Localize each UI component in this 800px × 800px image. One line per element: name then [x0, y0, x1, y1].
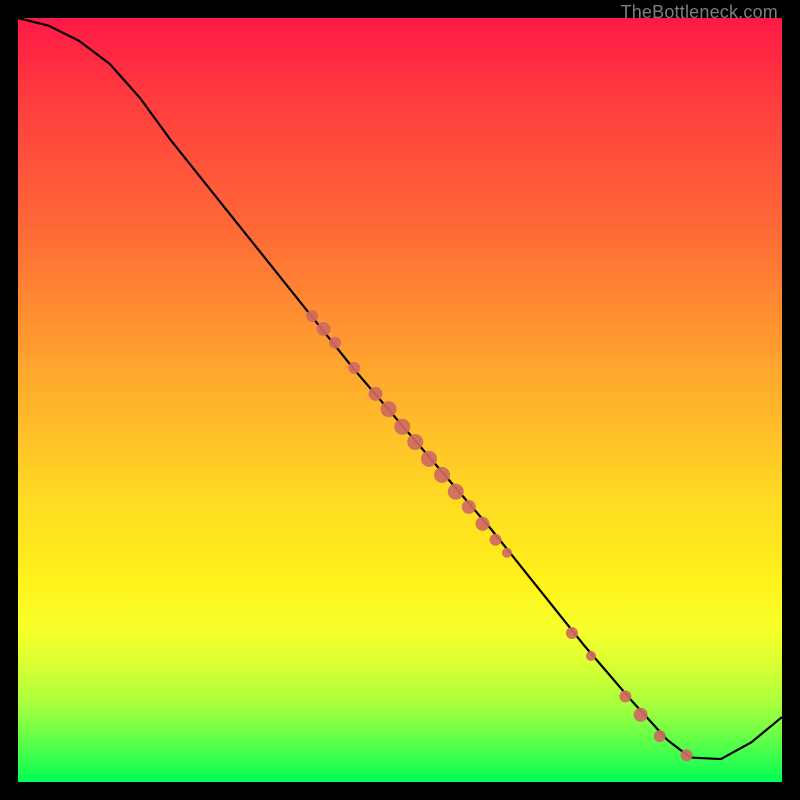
data-marker: [681, 749, 693, 761]
data-marker: [586, 651, 596, 661]
data-marker: [476, 517, 490, 531]
data-marker: [462, 500, 476, 514]
data-marker: [566, 627, 578, 639]
plot-area: [18, 18, 782, 782]
data-marker: [502, 548, 512, 558]
data-marker: [434, 467, 450, 483]
data-marker: [381, 401, 397, 417]
data-marker: [490, 534, 502, 546]
data-marker: [654, 730, 666, 742]
data-marker: [407, 434, 423, 450]
data-marker: [394, 419, 410, 435]
data-marker: [348, 362, 360, 374]
marker-layer: [306, 310, 692, 761]
data-marker: [448, 484, 464, 500]
data-marker: [329, 337, 341, 349]
chart-stage: TheBottleneck.com: [0, 0, 800, 800]
data-marker: [634, 708, 648, 722]
data-marker: [317, 322, 331, 336]
data-marker: [306, 310, 318, 322]
chart-overlay: [18, 18, 782, 782]
data-marker: [619, 690, 631, 702]
data-marker: [421, 451, 437, 467]
data-marker: [369, 387, 383, 401]
bottleneck-curve: [18, 18, 782, 759]
